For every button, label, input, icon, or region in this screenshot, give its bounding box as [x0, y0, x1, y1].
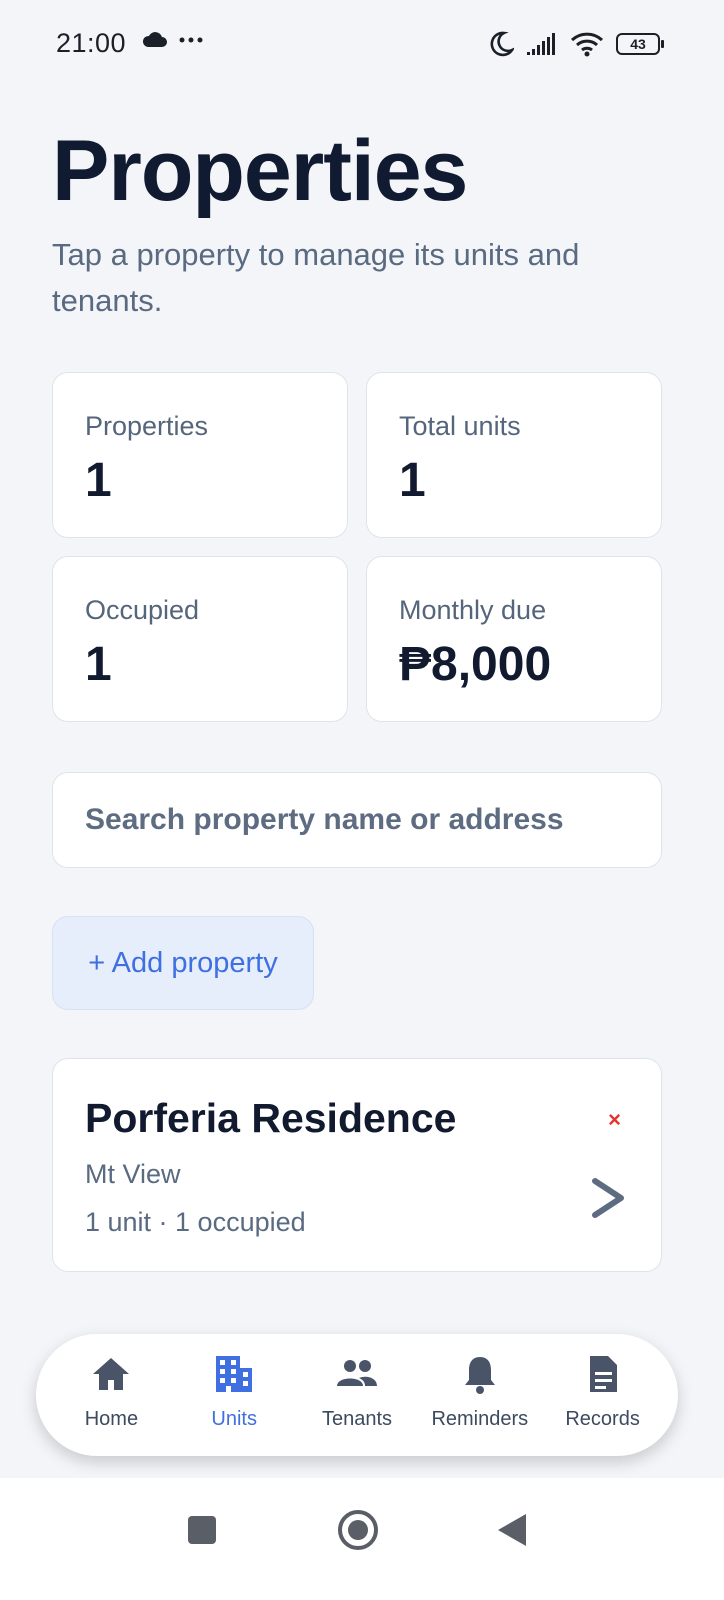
search-box: [52, 772, 662, 868]
stat-card-properties: Properties 1: [52, 372, 348, 538]
status-time: 21:00: [56, 28, 127, 58]
add-property-button[interactable]: + Add property: [52, 916, 314, 1010]
property-card[interactable]: Porferia Residence Mt View 1 unit · 1 oc…: [52, 1058, 662, 1272]
nav-item-records[interactable]: Records: [541, 1334, 664, 1456]
nav-label: Records: [565, 1408, 640, 1430]
nav-item-tenants[interactable]: Tenants: [296, 1334, 419, 1456]
stat-card-monthly-due: Monthly due ₱8,000: [366, 556, 662, 722]
nav-label: Tenants: [321, 1408, 393, 1430]
property-name: Porferia Residence: [85, 1095, 457, 1141]
battery-icon: 43: [616, 33, 664, 55]
signal-icon: [527, 33, 555, 55]
nav-item-reminders[interactable]: Reminders: [418, 1334, 541, 1456]
nav-item-home[interactable]: Home: [50, 1334, 173, 1456]
stat-value: 1: [399, 454, 426, 507]
wifi-icon: [570, 32, 604, 57]
status-right-icons: 43: [488, 30, 664, 58]
status-left-icons: [142, 30, 204, 50]
stat-card-total-units: Total units 1: [366, 372, 662, 538]
people-icon: [336, 1360, 377, 1386]
nav-item-units[interactable]: Units: [173, 1334, 296, 1456]
back-triangle-icon[interactable]: [490, 1508, 534, 1552]
search-input[interactable]: [53, 773, 661, 867]
nav-label: Home: [84, 1408, 139, 1430]
nav-label: Reminders: [431, 1408, 529, 1430]
stat-label: Monthly due: [399, 595, 547, 625]
moon-icon: [490, 31, 514, 57]
home-icon: [93, 1358, 130, 1390]
page-title: Properties: [52, 123, 468, 219]
stat-label: Properties: [85, 411, 209, 441]
stat-card-occupied: Occupied 1: [52, 556, 348, 722]
cloud-icon: [142, 32, 167, 47]
more-dots-icon: [179, 37, 203, 43]
recents-square-icon[interactable]: [180, 1508, 224, 1552]
nav-label: Units: [211, 1408, 257, 1430]
system-nav-bar: [0, 1478, 724, 1600]
page-subtitle: Tap a property to manage its units and t…: [52, 237, 580, 318]
bottom-nav: Home Units Tenants Reminders Records: [36, 1334, 678, 1456]
stat-value: 1: [85, 638, 112, 691]
property-address: Mt View: [85, 1159, 181, 1189]
document-icon: [589, 1356, 617, 1392]
home-circle-icon[interactable]: [336, 1508, 380, 1552]
stat-value: ₱8,000: [399, 638, 552, 691]
status-bar: 21:00 43: [0, 0, 724, 90]
bell-icon: [464, 1357, 495, 1394]
delete-icon[interactable]: ×: [608, 1107, 621, 1133]
stat-label: Occupied: [85, 595, 200, 625]
stat-label: Total units: [399, 411, 521, 441]
property-meta: 1 unit · 1 occupied: [85, 1207, 306, 1237]
chevron-right-icon[interactable]: [591, 1175, 625, 1221]
screen: 21:00 43 Properties Tap a property to ma…: [0, 0, 724, 1600]
building-icon: [216, 1356, 253, 1392]
stat-value: 1: [85, 454, 112, 507]
